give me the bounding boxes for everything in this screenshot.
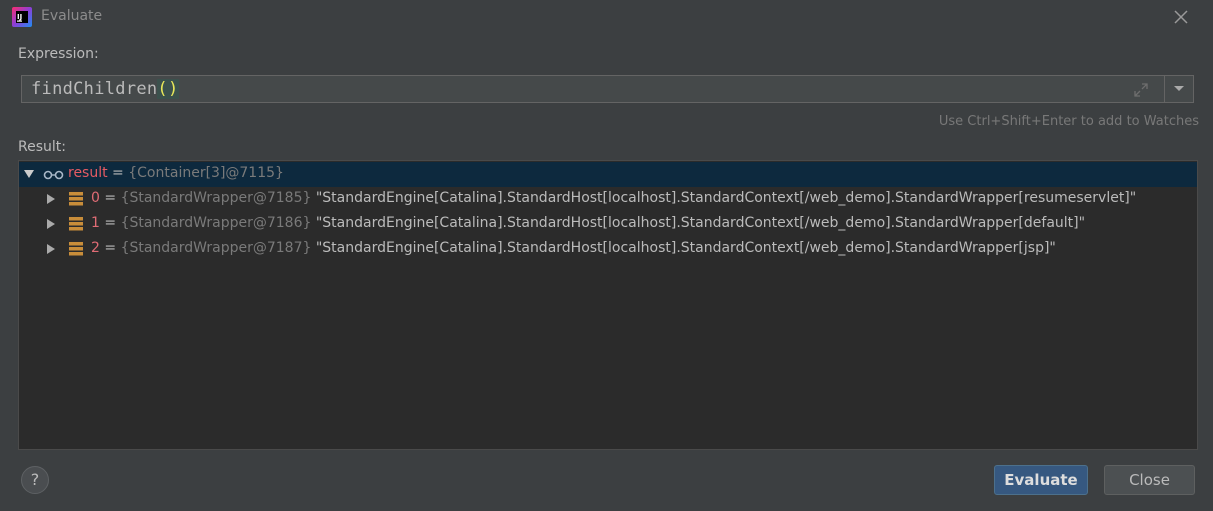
expand-icon[interactable] [1132,81,1150,99]
help-icon: ? [30,470,40,489]
chevron-down-icon [1174,86,1184,91]
watch-glasses-icon [43,170,64,180]
window-title: Evaluate [41,8,103,24]
tree-row-child-2[interactable]: 2 = {StandardWrapper@7187} "StandardEngi… [19,237,1197,262]
tree-expand-arrow-icon[interactable] [46,194,56,204]
expression-text[interactable]: findChildren() [31,79,179,99]
tree-collapse-arrow-icon[interactable] [24,169,34,179]
tree-row-label: result = {Container[3]@7115} [68,165,284,181]
field-stack-icon [69,192,83,206]
field-stack-icon [69,242,83,256]
close-icon[interactable] [1172,8,1190,26]
result-tree[interactable]: result = {Container[3]@7115} 0 = {Standa… [18,160,1198,450]
tree-row-label: 0 = {StandardWrapper@7185} "StandardEngi… [91,190,1137,206]
tree-row-root[interactable]: result = {Container[3]@7115} [19,162,1197,187]
evaluate-button[interactable]: Evaluate [994,465,1088,495]
history-dropdown-button[interactable] [1164,75,1194,103]
watches-hint: Use Ctrl+Shift+Enter to add to Watches [938,114,1199,129]
tree-row-child-0[interactable]: 0 = {StandardWrapper@7185} "StandardEngi… [19,187,1197,212]
expression-input[interactable]: findChildren() [21,75,1165,103]
expression-label: Expression: [18,46,99,62]
close-button[interactable]: Close [1104,465,1195,495]
field-stack-icon [69,217,83,231]
help-button[interactable]: ? [21,466,49,494]
tree-expand-arrow-icon[interactable] [46,244,56,254]
result-label: Result: [18,139,66,155]
title-bar: IJ Evaluate [0,0,1213,34]
tree-expand-arrow-icon[interactable] [46,219,56,229]
tree-row-label: 1 = {StandardWrapper@7186} "StandardEngi… [91,215,1086,231]
tree-row-label: 2 = {StandardWrapper@7187} "StandardEngi… [91,240,1056,256]
svg-text:IJ: IJ [17,13,22,21]
intellij-app-icon: IJ [12,7,32,27]
tree-row-child-1[interactable]: 1 = {StandardWrapper@7186} "StandardEngi… [19,212,1197,237]
